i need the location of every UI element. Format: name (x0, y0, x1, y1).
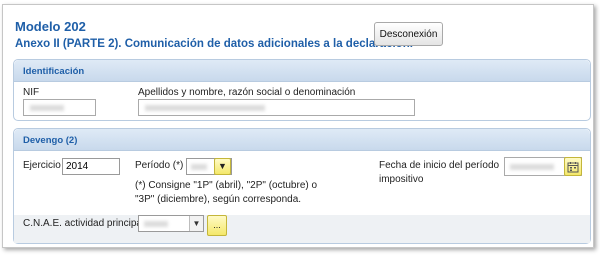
periodo-select[interactable]: ▼ (186, 158, 232, 175)
fecha-inicio-field[interactable] (504, 157, 582, 176)
cnae-select[interactable]: ▼ (138, 215, 204, 232)
name-field[interactable] (138, 99, 415, 116)
identificacion-section: Identificación NIF Apellidos y nombre, r… (13, 59, 591, 121)
chevron-down-icon[interactable]: ▼ (214, 158, 231, 175)
calendar-icon[interactable] (564, 157, 582, 176)
ejercicio-input[interactable] (62, 158, 120, 175)
nif-value-redacted (30, 105, 64, 111)
chevron-down-icon[interactable]: ▼ (189, 216, 203, 231)
cnae-row: C.N.A.E. actividad principal ▼ ... (14, 215, 590, 243)
cnae-value-redacted (144, 221, 168, 227)
identificacion-heading: Identificación (14, 60, 590, 82)
logout-button[interactable]: Desconexión (374, 22, 443, 46)
devengo-heading: Devengo (2) (14, 129, 590, 151)
name-label: Apellidos y nombre, razón social o denom… (138, 87, 356, 98)
page-title: Modelo 202 (15, 19, 86, 34)
periodo-note-line2: "3P" (diciembre), según corresponda. (135, 194, 302, 205)
periodo-note-line1: (*) Consigne "1P" (abril), "2P" (octubre… (135, 180, 318, 191)
devengo-section: Devengo (2) Ejercicio Período (*) ▼ (*) … (13, 128, 591, 244)
cnae-lookup-button[interactable]: ... (207, 215, 227, 236)
nif-field[interactable] (23, 99, 96, 116)
fecha-label-line2: impositivo (379, 174, 424, 185)
fecha-value-redacted (510, 164, 554, 170)
periodo-label: Período (*) (135, 160, 184, 171)
periodo-value-redacted (191, 164, 207, 170)
page-subtitle: Anexo II (PARTE 2). Comunicación de dato… (15, 38, 413, 50)
ejercicio-label: Ejercicio (23, 160, 61, 171)
form-panel: Modelo 202 Anexo II (PARTE 2). Comunicac… (2, 4, 594, 248)
name-value-redacted (145, 105, 265, 111)
fecha-label-line1: Fecha de inicio del período (379, 160, 500, 171)
nif-label: NIF (23, 87, 40, 98)
cnae-label: C.N.A.E. actividad principal (23, 218, 145, 229)
